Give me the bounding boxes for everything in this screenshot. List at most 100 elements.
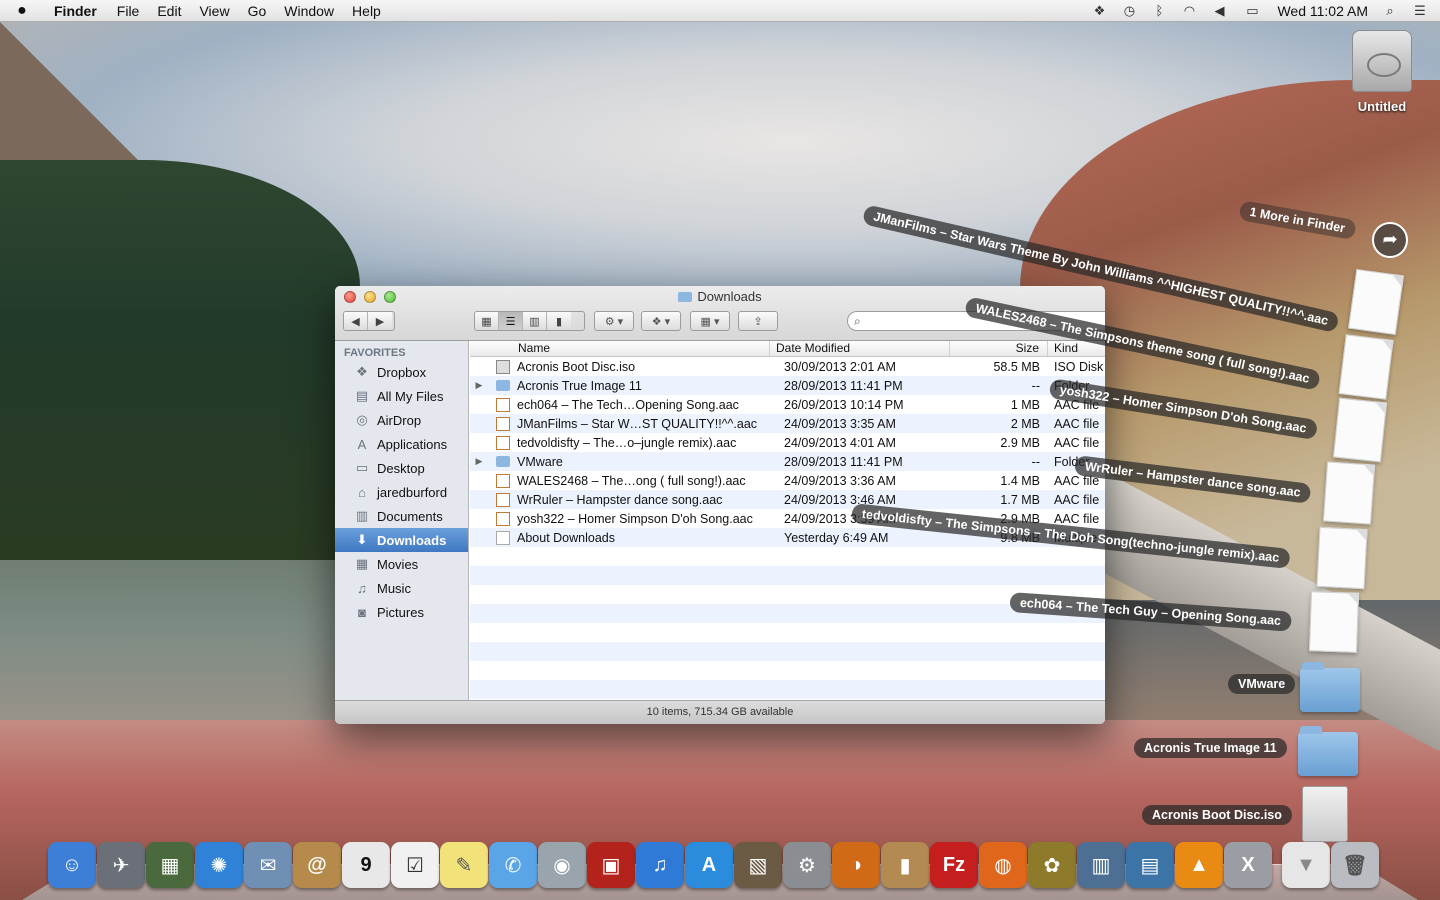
arrange-menu-button[interactable]: ▦ ▾	[690, 311, 730, 331]
menu-help[interactable]: Help	[343, 3, 390, 19]
sidebar-item-pictures[interactable]: ◙ Pictures	[335, 600, 468, 624]
sidebar-item-airdrop[interactable]: ◎ AirDrop	[335, 408, 468, 432]
stack-item-doc-icon[interactable]	[1316, 526, 1368, 590]
back-button[interactable]: ◀	[344, 312, 368, 330]
dropbox-icon[interactable]: ❖	[1091, 3, 1107, 18]
dock-firefox-icon[interactable]: ◍	[979, 842, 1027, 888]
dock-app-store-icon[interactable]: A	[685, 842, 733, 888]
dock-mission-control-icon[interactable]: ▦	[146, 842, 194, 888]
stack-item-doc-icon[interactable]	[1348, 268, 1404, 336]
sidebar-item-dropbox[interactable]: ❖ Dropbox	[335, 360, 468, 384]
menu-window[interactable]: Window	[275, 3, 343, 19]
dock-contacts-icon[interactable]: @	[293, 842, 341, 888]
sidebar-item-applications[interactable]: A Applications	[335, 432, 468, 456]
menu-go[interactable]: Go	[239, 3, 276, 19]
stack-item-doc-icon[interactable]	[1308, 591, 1360, 653]
forward-button[interactable]: ▶	[368, 312, 392, 330]
stack-item-folder-icon[interactable]	[1298, 726, 1358, 776]
stack-item-label[interactable]: VMware	[1228, 674, 1296, 694]
dock-vlc-icon[interactable]: ▲	[1175, 842, 1223, 888]
share-button[interactable]: ⇪	[738, 311, 778, 331]
sidebar-item-desktop[interactable]: ▭ Desktop	[335, 456, 468, 480]
stack-item-label[interactable]: Acronis Boot Disc.iso	[1142, 805, 1292, 825]
dock-trash-icon[interactable]: 🗑	[1331, 842, 1379, 888]
disclosure-triangle-icon[interactable]: ▶	[470, 380, 488, 391]
dock-archive-utility-icon[interactable]: ▤	[1126, 842, 1174, 888]
stack-item-folder-icon[interactable]	[1300, 662, 1360, 712]
menu-file[interactable]: File	[108, 3, 149, 19]
dock-x11-icon[interactable]: X	[1224, 842, 1272, 888]
menu-clock[interactable]: Wed 11:02 AM	[1277, 3, 1368, 19]
hard-disk-icon[interactable]	[1352, 30, 1412, 92]
sidebar-item-jaredburford[interactable]: ⌂ jaredburford	[335, 480, 468, 504]
dock-iphoto-icon[interactable]: ▧	[734, 842, 782, 888]
column-view-button[interactable]: ▥	[523, 312, 547, 330]
disk-label[interactable]: Untitled	[1340, 99, 1424, 114]
table-row[interactable]: ech064 – The Tech…Opening Song.aac 26/09/…	[470, 395, 1105, 414]
sidebar-item-all-my-files[interactable]: ▤ All My Files	[335, 384, 468, 408]
stack-item-label[interactable]: Acronis True Image 11	[1134, 738, 1287, 758]
dock-safari-icon[interactable]: ✺	[195, 842, 243, 888]
dock-facetime-icon[interactable]: ◉	[538, 842, 586, 888]
dock-finder-icon[interactable]: ☺	[48, 842, 96, 888]
icon-view-button[interactable]: ▦	[475, 312, 499, 330]
wifi-icon[interactable]: ◠	[1181, 3, 1197, 18]
dock-itunes-icon[interactable]: ♫	[636, 842, 684, 888]
dock-filezilla-icon[interactable]: Fz	[930, 842, 978, 888]
dock-system-preferences-icon[interactable]: ⚙	[783, 842, 831, 888]
dock-audacity-icon[interactable]: ◑	[832, 842, 880, 888]
dock-activity-monitor-icon[interactable]: ▥	[1077, 842, 1125, 888]
column-size[interactable]: Size	[950, 341, 1048, 356]
dock-calendar-icon[interactable]: 9	[342, 842, 390, 888]
stack-item-iso-icon[interactable]	[1302, 786, 1348, 842]
dock-mail-eagle-icon[interactable]: ✉	[244, 842, 292, 888]
battery-icon[interactable]: ▭	[1241, 3, 1263, 18]
sidebar-item-downloads[interactable]: ⬇ Downloads	[335, 528, 468, 552]
stack-item-doc-icon[interactable]	[1322, 461, 1376, 525]
dock-launchpad-icon[interactable]: ✈	[97, 842, 145, 888]
app-menu-finder[interactable]: Finder	[44, 3, 108, 19]
open-in-finder-icon[interactable]: ➦	[1372, 222, 1408, 258]
column-date-modified[interactable]: Date Modified	[770, 341, 950, 356]
dock-reminders-icon[interactable]: ☑	[391, 842, 439, 888]
date-cell: 24/09/2013 4:01 AM	[784, 435, 896, 450]
time-machine-icon[interactable]: ◷	[1121, 3, 1137, 18]
disclosure-triangle-icon[interactable]: ▶	[470, 456, 488, 467]
list-view-button[interactable]: ☰	[499, 312, 523, 330]
dock-notes-icon[interactable]: ✎	[440, 842, 488, 888]
action-menu-button[interactable]: ⚙ ▾	[594, 311, 634, 331]
table-row[interactable]: WrRuler – Hampster dance song.aac 24/09/2…	[470, 490, 1105, 509]
coverflow-view-button[interactable]: ▮	[547, 312, 571, 330]
wallpaper-forest	[0, 160, 360, 580]
dock-messages-icon[interactable]: ✆	[489, 842, 537, 888]
table-row[interactable]: Acronis Boot Disc.iso 30/09/2013 2:01 AM 5…	[470, 357, 1105, 376]
notification-center-icon[interactable]: ☰	[1412, 3, 1428, 18]
dock-photo-booth-icon[interactable]: ▣	[587, 842, 635, 888]
date-cell: 30/09/2013 2:01 AM	[784, 359, 896, 374]
sidebar-item-documents[interactable]: ▥ Documents	[335, 504, 468, 528]
stack-more-label[interactable]: 1 More in Finder	[1238, 200, 1357, 241]
size-cell: 58.5 MB	[993, 359, 1040, 374]
stack-item-label[interactable]: WrRuler – Hampster dance song.aac	[1073, 455, 1312, 504]
dock-downloads-stack-icon[interactable]: ▼	[1282, 842, 1330, 888]
dock-compressor-icon[interactable]: ▮	[881, 842, 929, 888]
dock-pineapple-icon[interactable]: ✿	[1028, 842, 1076, 888]
sidebar-item-label: All My Files	[377, 388, 444, 404]
spotlight-icon[interactable]: ⌕	[1382, 3, 1398, 18]
menu-edit[interactable]: Edit	[148, 3, 190, 19]
stack-item-doc-icon[interactable]	[1338, 334, 1394, 400]
table-row[interactable]: ▶ VMware 28/09/2013 11:41 PM -- Folder	[470, 452, 1105, 471]
apple-menu-icon[interactable]: ●	[0, 2, 44, 20]
table-row[interactable]: tedvoldisfty – The…o–jungle remix).aac 24…	[470, 433, 1105, 452]
sidebar-item-movies[interactable]: ▦ Movies	[335, 552, 468, 576]
column-name[interactable]: Name	[470, 341, 770, 356]
menu-view[interactable]: View	[190, 3, 238, 19]
stack-item-doc-icon[interactable]	[1332, 397, 1388, 463]
bluetooth-icon[interactable]: ᛒ	[1151, 3, 1167, 18]
sidebar-item-music[interactable]: ♫ Music	[335, 576, 468, 600]
dropbox-menu-button[interactable]: ❖ ▾	[641, 311, 681, 331]
table-row[interactable]: ▶ Acronis True Image 11 28/09/2013 11:41 P…	[470, 376, 1105, 395]
table-row[interactable]: JManFilms – Star W…ST QUALITY!!^^.aac 24/…	[470, 414, 1105, 433]
table-row[interactable]: WALES2468 – The…ong ( full song!).aac 24/…	[470, 471, 1105, 490]
volume-icon[interactable]: ◀	[1211, 3, 1227, 18]
